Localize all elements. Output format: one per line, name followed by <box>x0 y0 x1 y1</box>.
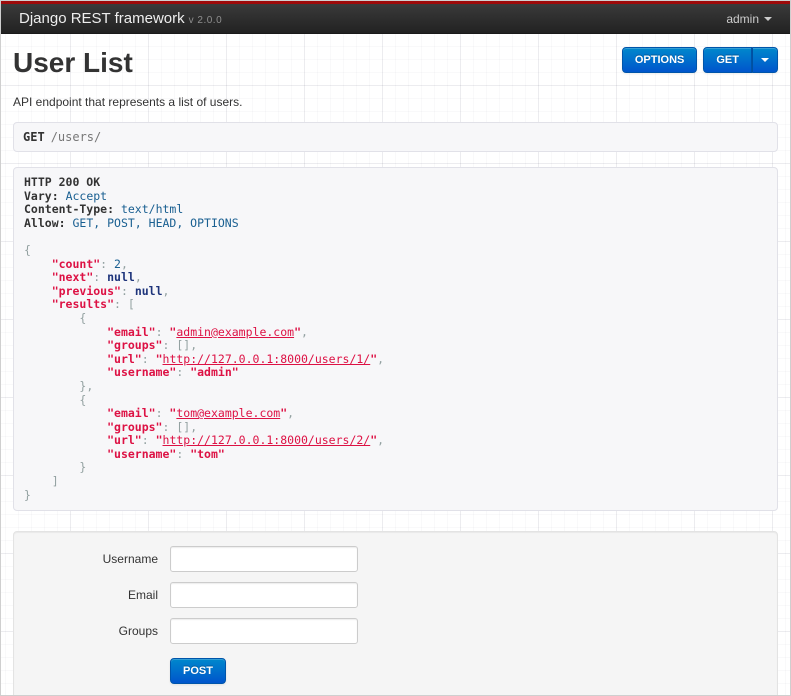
request-bar: GET/users/ <box>13 122 778 152</box>
email-input[interactable] <box>170 582 358 609</box>
user-dropdown[interactable]: admin <box>726 12 772 26</box>
caret-down-icon <box>761 58 769 62</box>
page: Django REST framework v 2.0.0 admin User … <box>0 0 791 696</box>
form-row-groups: Groups <box>33 618 758 645</box>
groups-label: Groups <box>118 624 158 639</box>
user-dropdown-label: admin <box>726 11 759 26</box>
json-value-link[interactable]: tom@example.com <box>176 406 280 420</box>
caret-down-icon <box>764 16 772 21</box>
email-label: Email <box>127 588 158 603</box>
post-button[interactable]: POST <box>170 658 226 685</box>
page-title: User List <box>13 47 133 78</box>
response-body: HTTP 200 OK Vary: Accept Content-Type: t… <box>13 167 778 512</box>
brand-title: Django REST framework <box>19 10 185 27</box>
brand: Django REST framework v 2.0.0 <box>19 10 222 27</box>
navbar: Django REST framework v 2.0.0 admin <box>1 4 790 34</box>
create-user-form: Username Email Groups POST <box>33 546 758 685</box>
form-row-email: Email <box>33 582 758 609</box>
page-header: User List OPTIONS GET <box>13 34 778 79</box>
get-split-button: GET <box>703 47 778 73</box>
submit-row: POST <box>170 658 758 685</box>
get-button[interactable]: GET <box>703 47 752 73</box>
request-method: GET <box>23 130 45 144</box>
options-button[interactable]: OPTIONS <box>621 47 698 73</box>
get-dropdown-button[interactable] <box>752 47 778 73</box>
json-value-link[interactable]: admin@example.com <box>176 325 294 339</box>
brand-version: v 2.0.0 <box>188 15 223 26</box>
main-content: User List OPTIONS GET API endpoint that … <box>1 34 790 695</box>
action-buttons: OPTIONS GET <box>621 47 778 79</box>
json-value-link[interactable]: http://127.0.0.1:8000/users/1/ <box>163 352 371 366</box>
form-row-username: Username <box>33 546 758 573</box>
json-value-link[interactable]: http://127.0.0.1:8000/users/2/ <box>163 433 371 447</box>
create-form-panel: Username Email Groups POST <box>13 531 778 695</box>
username-label: Username <box>102 552 158 567</box>
groups-input[interactable] <box>170 618 358 645</box>
username-input[interactable] <box>170 546 358 573</box>
endpoint-description: API endpoint that represents a list of u… <box>13 95 243 109</box>
request-path: /users/ <box>50 130 102 144</box>
